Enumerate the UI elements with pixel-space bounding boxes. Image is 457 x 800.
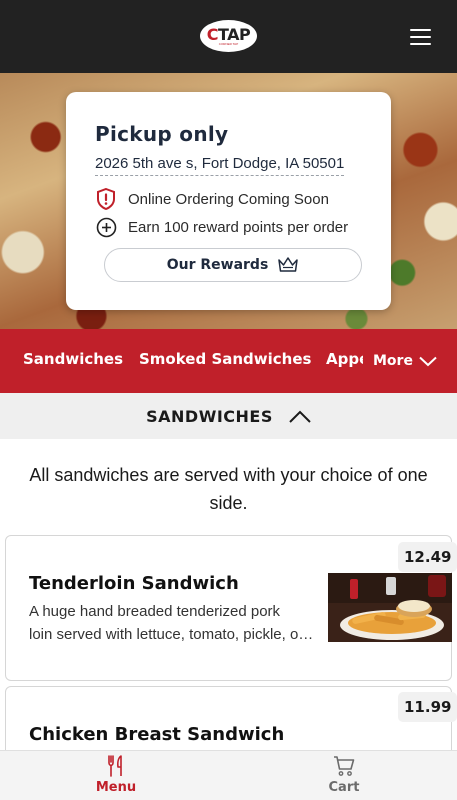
our-rewards-label: Our Rewards xyxy=(166,257,269,273)
fork-knife-icon xyxy=(108,755,122,777)
chevron-up-icon xyxy=(289,410,311,423)
our-rewards-button[interactable]: Our Rewards xyxy=(104,248,362,282)
item-photo xyxy=(328,573,452,642)
more-label: More xyxy=(373,353,413,369)
category-tab-sandwiches[interactable]: Sandwiches xyxy=(23,350,123,368)
brand-logo[interactable]: CTAP CORNER TAP xyxy=(200,20,257,52)
section-header-sandwiches[interactable]: SANDWICHES xyxy=(0,393,457,439)
ordering-notice: Online Ordering Coming Soon xyxy=(95,188,329,210)
item-price: 11.99 xyxy=(398,692,457,722)
menu-item-card[interactable]: 12.49 Tenderloin Sandwich A huge hand br… xyxy=(5,535,457,681)
ordering-notice-text: Online Ordering Coming Soon xyxy=(128,190,329,208)
category-nav: Sandwiches Smoked Sandwiches Appetizers … xyxy=(0,329,457,393)
cart-icon xyxy=(334,756,355,776)
section-title: SANDWICHES xyxy=(146,406,273,426)
pickup-title: Pickup only xyxy=(95,122,229,146)
bottom-nav: Menu Cart xyxy=(0,750,457,800)
section-description: All sandwiches are served with your choi… xyxy=(29,465,428,513)
pickup-info-card: Pickup only 2026 5th ave s, Fort Dodge, … xyxy=(66,92,391,310)
logo-tagline: CORNER TAP xyxy=(218,41,239,46)
more-categories-button[interactable]: More xyxy=(363,329,457,393)
item-name: Chicken Breast Sandwich xyxy=(29,724,285,745)
rewards-info: Earn 100 reward points per order xyxy=(95,216,348,238)
item-price: 12.49 xyxy=(398,542,457,572)
nav-cart-label: Cart xyxy=(328,780,360,795)
nav-cart[interactable]: Cart xyxy=(230,751,457,800)
shield-alert-icon xyxy=(95,188,117,210)
nav-menu[interactable]: Menu xyxy=(2,751,230,800)
top-bar: CTAP CORNER TAP xyxy=(0,0,457,73)
chevron-down-icon xyxy=(419,356,437,366)
restaurant-address[interactable]: 2026 5th ave s, Fort Dodge, IA 50501 xyxy=(95,155,345,176)
hamburger-menu-icon[interactable] xyxy=(410,28,431,45)
crown-icon xyxy=(278,257,299,272)
item-name: Tenderloin Sandwich xyxy=(29,573,239,594)
nav-menu-label: Menu xyxy=(95,780,137,795)
logo-text: CTAP xyxy=(206,24,251,44)
rewards-info-text: Earn 100 reward points per order xyxy=(128,218,349,236)
plus-circle-icon xyxy=(95,216,117,238)
item-description: A huge hand breaded tenderized pork loin… xyxy=(29,603,319,643)
category-tab-smoked-sandwiches[interactable]: Smoked Sandwiches xyxy=(139,350,311,368)
